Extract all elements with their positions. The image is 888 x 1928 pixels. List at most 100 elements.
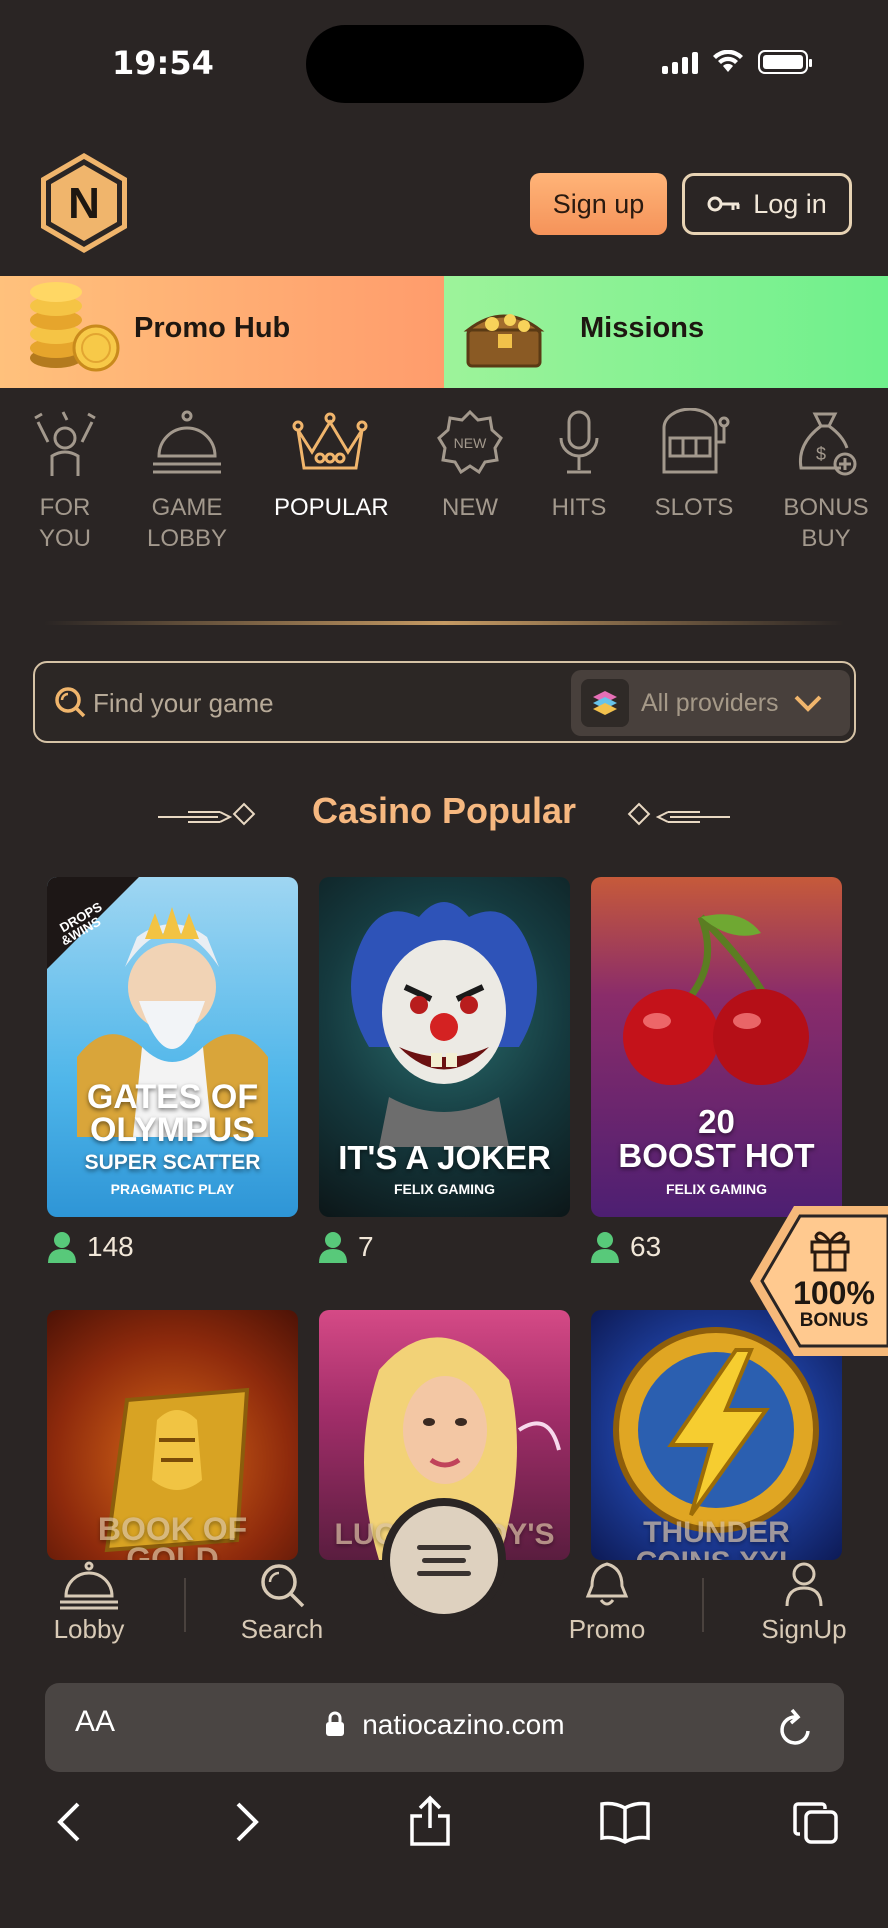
missions-label: Missions	[580, 312, 705, 344]
game-card-20-boost-hot[interactable]: 20 BOOST HOT FELIX GAMING	[591, 877, 842, 1217]
back-icon[interactable]	[54, 1800, 84, 1844]
svg-text:$: $	[816, 444, 826, 464]
category-label: BONUS	[783, 494, 869, 521]
category-label: HITS	[551, 494, 607, 521]
category-hits[interactable]: HITS	[544, 408, 614, 523]
reload-icon[interactable]	[776, 1705, 816, 1749]
drops-wins-badge: DROPS &WINS	[47, 877, 139, 969]
section-title: Casino Popular	[311, 790, 577, 831]
game-subtitle: SUPER SCATTER	[84, 1151, 261, 1174]
game-title: GATES OF OLYMPUS	[86, 1078, 259, 1149]
status-time: 19:54	[112, 44, 214, 82]
search-icon	[261, 1564, 305, 1608]
signup-button[interactable]: Sign up	[530, 173, 667, 235]
category-for-you[interactable]: FOR YOU	[22, 408, 108, 554]
chevron-down-icon	[794, 695, 821, 712]
search-icon	[55, 687, 86, 718]
treasure-chest-icon	[463, 314, 545, 368]
category-slots[interactable]: SLOTS	[650, 408, 738, 523]
dynamic-island	[306, 25, 584, 103]
promo-hub-banner[interactable]: Promo Hub	[0, 276, 444, 388]
nav-promo[interactable]: Promo	[562, 1560, 652, 1645]
missions-banner[interactable]: Missions	[444, 276, 888, 388]
user-icon	[591, 1232, 619, 1263]
category-nav: FOR YOU GAME LOBBY POPULAR NEW NEW HITS	[0, 408, 888, 578]
menu-button[interactable]	[390, 1506, 498, 1614]
bonus-percent: 100%	[793, 1275, 875, 1311]
nav-signup[interactable]: SignUp	[752, 1560, 856, 1645]
natio-logo[interactable]: N	[36, 150, 132, 256]
browser-address-bar[interactable]: AA natiocazino.com	[45, 1683, 844, 1772]
money-bag-icon: $	[798, 412, 857, 476]
game-title: IT'S A JOKER	[338, 1139, 551, 1176]
celebrate-icon	[34, 411, 96, 476]
service-bell-icon	[60, 1561, 118, 1610]
bonus-label: BONUS	[799, 1310, 869, 1331]
browser-toolbar	[0, 1795, 888, 1880]
slot-machine-icon	[662, 408, 730, 474]
game-title: BOOK OF GOLD	[97, 1511, 248, 1560]
svg-text:NEW: NEW	[454, 435, 487, 451]
lock-icon	[326, 1711, 345, 1736]
player-count: 63	[590, 1231, 661, 1263]
bonus-text: 100% BONUS	[780, 1276, 888, 1332]
category-label: POPULAR	[274, 494, 389, 521]
category-label: BUY	[801, 525, 851, 552]
bell-icon	[585, 1562, 629, 1606]
service-bell-icon	[153, 410, 221, 474]
player-count: 148	[47, 1231, 134, 1263]
category-label: YOU	[38, 525, 91, 552]
nav-search[interactable]: Search	[234, 1560, 330, 1645]
tabs-icon[interactable]	[792, 1800, 840, 1846]
game-title: 20 BOOST HOT	[618, 1103, 815, 1174]
providers-icon	[581, 679, 629, 727]
crown-icon	[292, 412, 368, 470]
url-field[interactable]: natiocazino.com	[45, 1709, 844, 1741]
title-ornament-right	[627, 802, 730, 826]
category-label: SLOTS	[654, 494, 734, 521]
game-title: THUNDER COINS XXL	[636, 1516, 798, 1561]
nav-lobby[interactable]: Lobby	[46, 1560, 132, 1645]
login-label: Log in	[753, 188, 827, 219]
category-label: FOR	[39, 494, 91, 521]
game-provider: PRAGMATIC PLAY	[110, 1181, 235, 1197]
nav-separator	[702, 1578, 704, 1632]
providers-label: All providers	[641, 688, 779, 717]
category-new[interactable]: NEW NEW	[434, 408, 506, 523]
category-label: NEW	[442, 494, 498, 521]
share-icon[interactable]	[408, 1794, 452, 1848]
status-icons	[662, 50, 812, 74]
battery-icon	[758, 50, 812, 74]
promo-strip: Promo Hub Missions	[0, 276, 888, 388]
game-card-book-of-gold[interactable]: BOOK OF GOLD	[47, 1310, 298, 1560]
category-label: LOBBY	[146, 525, 228, 552]
bookmarks-icon[interactable]	[598, 1800, 652, 1844]
search-input[interactable]: Find your game	[93, 688, 274, 719]
game-provider: FELIX GAMING	[665, 1181, 768, 1197]
user-icon	[785, 1562, 823, 1607]
key-icon	[707, 196, 740, 212]
game-search-box[interactable]: Find your game All providers	[33, 661, 856, 743]
microphone-icon	[559, 410, 599, 474]
category-popular[interactable]: POPULAR	[274, 408, 389, 523]
user-icon	[48, 1232, 76, 1263]
login-button[interactable]: Log in	[682, 173, 852, 235]
nav-separator	[184, 1578, 186, 1632]
providers-dropdown[interactable]: All providers	[571, 670, 850, 736]
logo-letter: N	[68, 179, 100, 228]
cellular-signal-icon	[662, 50, 698, 74]
new-badge-icon: NEW	[437, 409, 503, 475]
forward-icon[interactable]	[232, 1800, 262, 1844]
category-bonus-buy[interactable]: $ BONUS BUY	[776, 408, 876, 554]
wifi-icon	[713, 50, 743, 72]
category-label: GAME	[151, 494, 223, 521]
game-card-gates-of-olympus[interactable]: DROPS &WINS GATES OF OLYMPUS SUPER SCATT…	[47, 877, 298, 1217]
player-count: 7	[318, 1231, 374, 1263]
status-bar: 19:54	[0, 0, 888, 130]
promo-hub-label: Promo Hub	[134, 312, 291, 344]
category-game-lobby[interactable]: GAME LOBBY	[142, 408, 232, 554]
user-icon	[319, 1232, 347, 1263]
category-divider	[44, 621, 844, 625]
game-card-its-a-joker[interactable]: IT'S A JOKER FELIX GAMING	[319, 877, 570, 1217]
game-provider: FELIX GAMING	[393, 1181, 496, 1197]
